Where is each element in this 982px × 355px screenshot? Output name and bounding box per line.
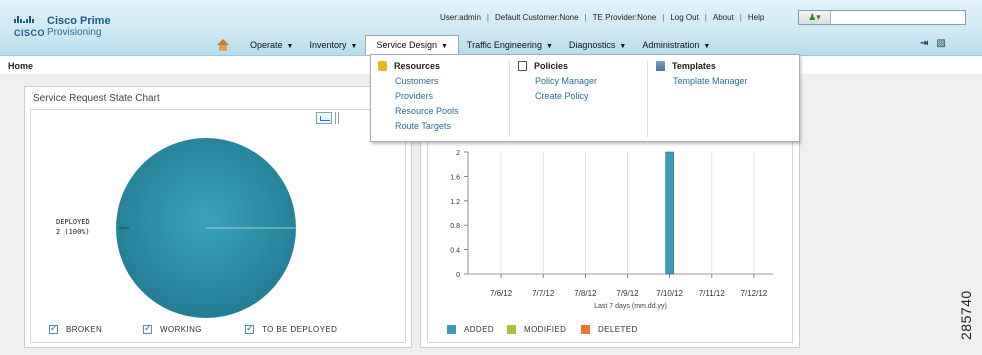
x-tick-label: 7/6/12 bbox=[490, 289, 513, 298]
cisco-bars-icon bbox=[14, 16, 34, 23]
menu-item-customers[interactable]: Customers bbox=[371, 74, 509, 89]
edit-layout-icon[interactable]: ▧ bbox=[936, 38, 945, 49]
help-link[interactable]: Help bbox=[748, 13, 764, 22]
user-link-user[interactable]: User:admin bbox=[440, 13, 481, 22]
menu-group-policies: Policies Policy Manager Create Policy bbox=[511, 61, 645, 104]
about-link[interactable]: About bbox=[713, 13, 734, 22]
deleted-swatch bbox=[581, 325, 590, 334]
x-tick-label: 7/12/12 bbox=[741, 289, 768, 298]
x-axis-label: Last 7 days (mm.dd.yy) bbox=[594, 303, 667, 310]
y-tick-label: 0 bbox=[456, 272, 460, 279]
x-tick-label: 7/9/12 bbox=[616, 289, 639, 298]
database-icon bbox=[378, 61, 387, 71]
nav-operate[interactable]: Operate ▼ bbox=[242, 36, 301, 54]
checkbox-icon[interactable] bbox=[49, 323, 58, 334]
home-icon[interactable] bbox=[216, 39, 230, 51]
search-box: ♟▾ bbox=[798, 10, 966, 25]
pie-label-value: 2 (100%) bbox=[56, 228, 90, 236]
bar-chart-area: 0 0.4 0.8 1.2 1.6 2 7/6/12 7/7/12 7/8/12 7/9/12 7/… bbox=[427, 109, 793, 343]
nav-diagnostics[interactable]: Diagnostics ▼ bbox=[561, 36, 634, 54]
x-tick-label: 7/10/12 bbox=[656, 289, 683, 298]
menu-heading-policies: Policies bbox=[534, 61, 569, 71]
menu-item-create-policy[interactable]: Create Policy bbox=[511, 89, 645, 104]
legend-deleted[interactable]: DELETED bbox=[581, 325, 638, 334]
nav-inventory[interactable]: Inventory ▼ bbox=[301, 36, 365, 54]
pie-label-name: DEPLOYED bbox=[56, 218, 90, 226]
legend-working[interactable]: WORKING bbox=[143, 323, 202, 334]
menu-item-policy-manager[interactable]: Policy Manager bbox=[511, 74, 645, 89]
menu-divider bbox=[509, 61, 510, 137]
chart-options-icon[interactable] bbox=[335, 112, 339, 124]
logout-link[interactable]: Log Out bbox=[670, 13, 698, 22]
x-tick-label: 7/11/12 bbox=[699, 289, 726, 298]
menu-item-providers[interactable]: Providers bbox=[371, 89, 509, 104]
menu-item-route-targets[interactable]: Route Targets bbox=[371, 119, 509, 134]
user-links: User:admin | Default Customer:None | TE Pr… bbox=[440, 13, 765, 22]
checkbox-icon[interactable] bbox=[143, 323, 152, 334]
legend-modified[interactable]: MODIFIED bbox=[507, 325, 566, 334]
document-icon bbox=[518, 61, 527, 71]
nav-service-design[interactable]: Service Design ▼ bbox=[365, 35, 459, 55]
legend-to-be-deployed[interactable]: TO BE DEPLOYED bbox=[245, 323, 337, 334]
menu-heading-templates: Templates bbox=[672, 61, 716, 71]
app-header: CISCO Cisco Prime Provisioning User:admi… bbox=[0, 0, 982, 56]
legend-added[interactable]: ADDED bbox=[447, 325, 494, 334]
checkbox-icon[interactable] bbox=[245, 323, 254, 334]
template-icon bbox=[656, 61, 665, 71]
x-tick-label: 7/8/12 bbox=[574, 289, 597, 298]
y-tick-label: 1.6 bbox=[450, 174, 460, 181]
modified-swatch bbox=[507, 325, 516, 334]
pie-label: DEPLOYED 2 (100%) bbox=[56, 217, 90, 237]
added-swatch bbox=[447, 325, 456, 334]
chart-type-toggle-icon[interactable] bbox=[316, 112, 332, 124]
search-scope-dropdown[interactable]: ♟▾ bbox=[799, 11, 831, 24]
menu-heading-resources: Resources bbox=[394, 61, 441, 71]
collapse-panel-icon[interactable]: ⇥ bbox=[920, 38, 928, 49]
figure-id-text: 285740 bbox=[958, 290, 974, 340]
menu-item-resource-pools[interactable]: Resource Pools bbox=[371, 104, 509, 119]
user-link-te-provider[interactable]: TE Provider:None bbox=[593, 13, 657, 22]
panel-title: Service Request State Chart bbox=[33, 93, 160, 104]
menu-divider bbox=[647, 61, 648, 137]
user-link-customer[interactable]: Default Customer:None bbox=[495, 13, 579, 22]
product-subtitle: Provisioning bbox=[47, 27, 102, 38]
x-tick-label: 7/7/12 bbox=[532, 289, 555, 298]
nav-traffic-engineering[interactable]: Traffic Engineering ▼ bbox=[459, 36, 561, 54]
bar-added bbox=[665, 151, 674, 275]
bar-chart: 0 0.4 0.8 1.2 1.6 2 7/6/12 7/7/12 7/8/12 7/9/12 7/… bbox=[450, 150, 773, 310]
menu-group-resources: Resources Customers Providers Resource P… bbox=[371, 61, 509, 134]
service-design-menu: Resources Customers Providers Resource P… bbox=[370, 54, 800, 142]
menu-group-templates: Templates Template Manager bbox=[649, 61, 799, 89]
person-icon: ♟▾ bbox=[808, 12, 821, 22]
main-nav: Operate ▼ Inventory ▼ Service Design ▼ Traf… bbox=[210, 35, 718, 55]
cisco-logo[interactable]: CISCO Cisco Prime Provisioning bbox=[14, 16, 111, 38]
y-tick-label: 2 bbox=[456, 150, 460, 157]
y-tick-label: 0.8 bbox=[450, 223, 460, 230]
cisco-wordmark: CISCO bbox=[14, 28, 46, 38]
search-input[interactable] bbox=[831, 11, 961, 24]
product-title: Cisco Prime bbox=[47, 15, 111, 27]
y-tick-label: 0.4 bbox=[450, 248, 460, 255]
nav-administration[interactable]: Administration ▼ bbox=[634, 36, 718, 54]
breadcrumb[interactable]: Home bbox=[8, 61, 33, 71]
menu-item-template-manager[interactable]: Template Manager bbox=[649, 74, 799, 89]
service-request-state-panel: Service Request State Chart DEPLOYED 2 (… bbox=[24, 86, 412, 348]
y-tick-label: 1.2 bbox=[450, 199, 460, 206]
legend-broken[interactable]: BROKEN bbox=[49, 323, 102, 334]
